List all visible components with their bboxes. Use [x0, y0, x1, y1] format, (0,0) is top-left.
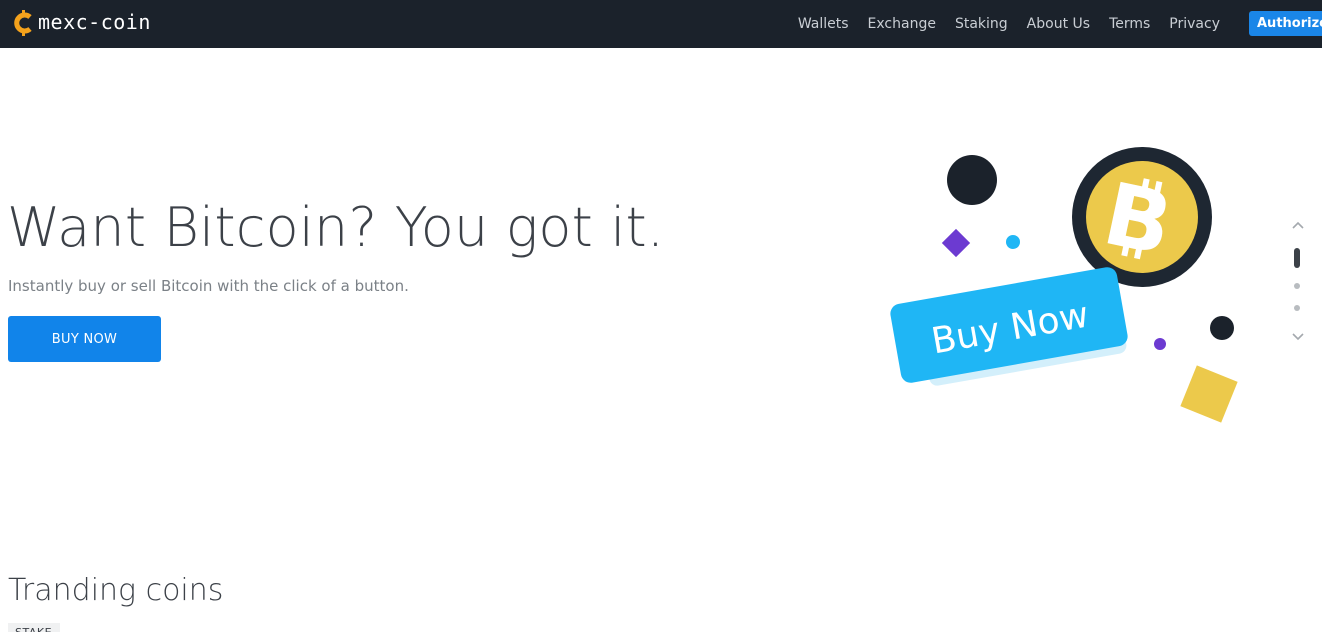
carousel-dot[interactable] — [1294, 283, 1300, 289]
bitcoin-illustration: B Buy Now — [890, 147, 1238, 423]
gold-square-decoration — [1180, 365, 1238, 423]
nav-link-staking[interactable]: Staking — [955, 16, 1008, 32]
nav-link-wallets[interactable]: Wallets — [798, 16, 849, 32]
brand[interactable]: mexc-coin — [12, 10, 151, 36]
coin-c-logo-icon — [14, 10, 32, 36]
nav-link-terms[interactable]: Terms — [1109, 16, 1150, 32]
carousel-indicators — [1288, 214, 1308, 344]
carousel-dot-active[interactable] — [1294, 248, 1300, 268]
stake-tag[interactable]: STAKE — [8, 623, 61, 632]
chevron-down-icon[interactable] — [1291, 332, 1305, 342]
dark-circle-decoration — [947, 155, 997, 205]
carousel-dot[interactable] — [1294, 305, 1300, 311]
chevron-up-icon[interactable] — [1291, 220, 1305, 230]
nav-link-privacy[interactable]: Privacy — [1169, 16, 1220, 32]
cyan-dot-decoration — [1006, 235, 1020, 249]
brand-name: mexc-coin — [38, 10, 151, 34]
nav-link-exchange[interactable]: Exchange — [868, 16, 936, 32]
small-dark-dot-decoration — [1210, 316, 1234, 340]
hero-title: Want Bitcoin? You got it. — [7, 196, 665, 259]
small-purple-dot-decoration — [1154, 338, 1166, 350]
nav-links: Wallets Exchange Staking About Us Terms … — [779, 0, 1220, 48]
hero-subtitle: Instantly buy or sell Bitcoin with the c… — [8, 277, 409, 295]
trending-coins-title: Tranding coins — [8, 573, 224, 608]
authorize-button[interactable]: Authorize — [1249, 11, 1322, 36]
buy-now-button[interactable]: BUY NOW — [8, 316, 161, 362]
top-navbar: mexc-coin Wallets Exchange Staking About… — [0, 0, 1322, 48]
purple-diamond-decoration — [941, 228, 971, 258]
nav-link-about-us[interactable]: About Us — [1027, 16, 1090, 32]
